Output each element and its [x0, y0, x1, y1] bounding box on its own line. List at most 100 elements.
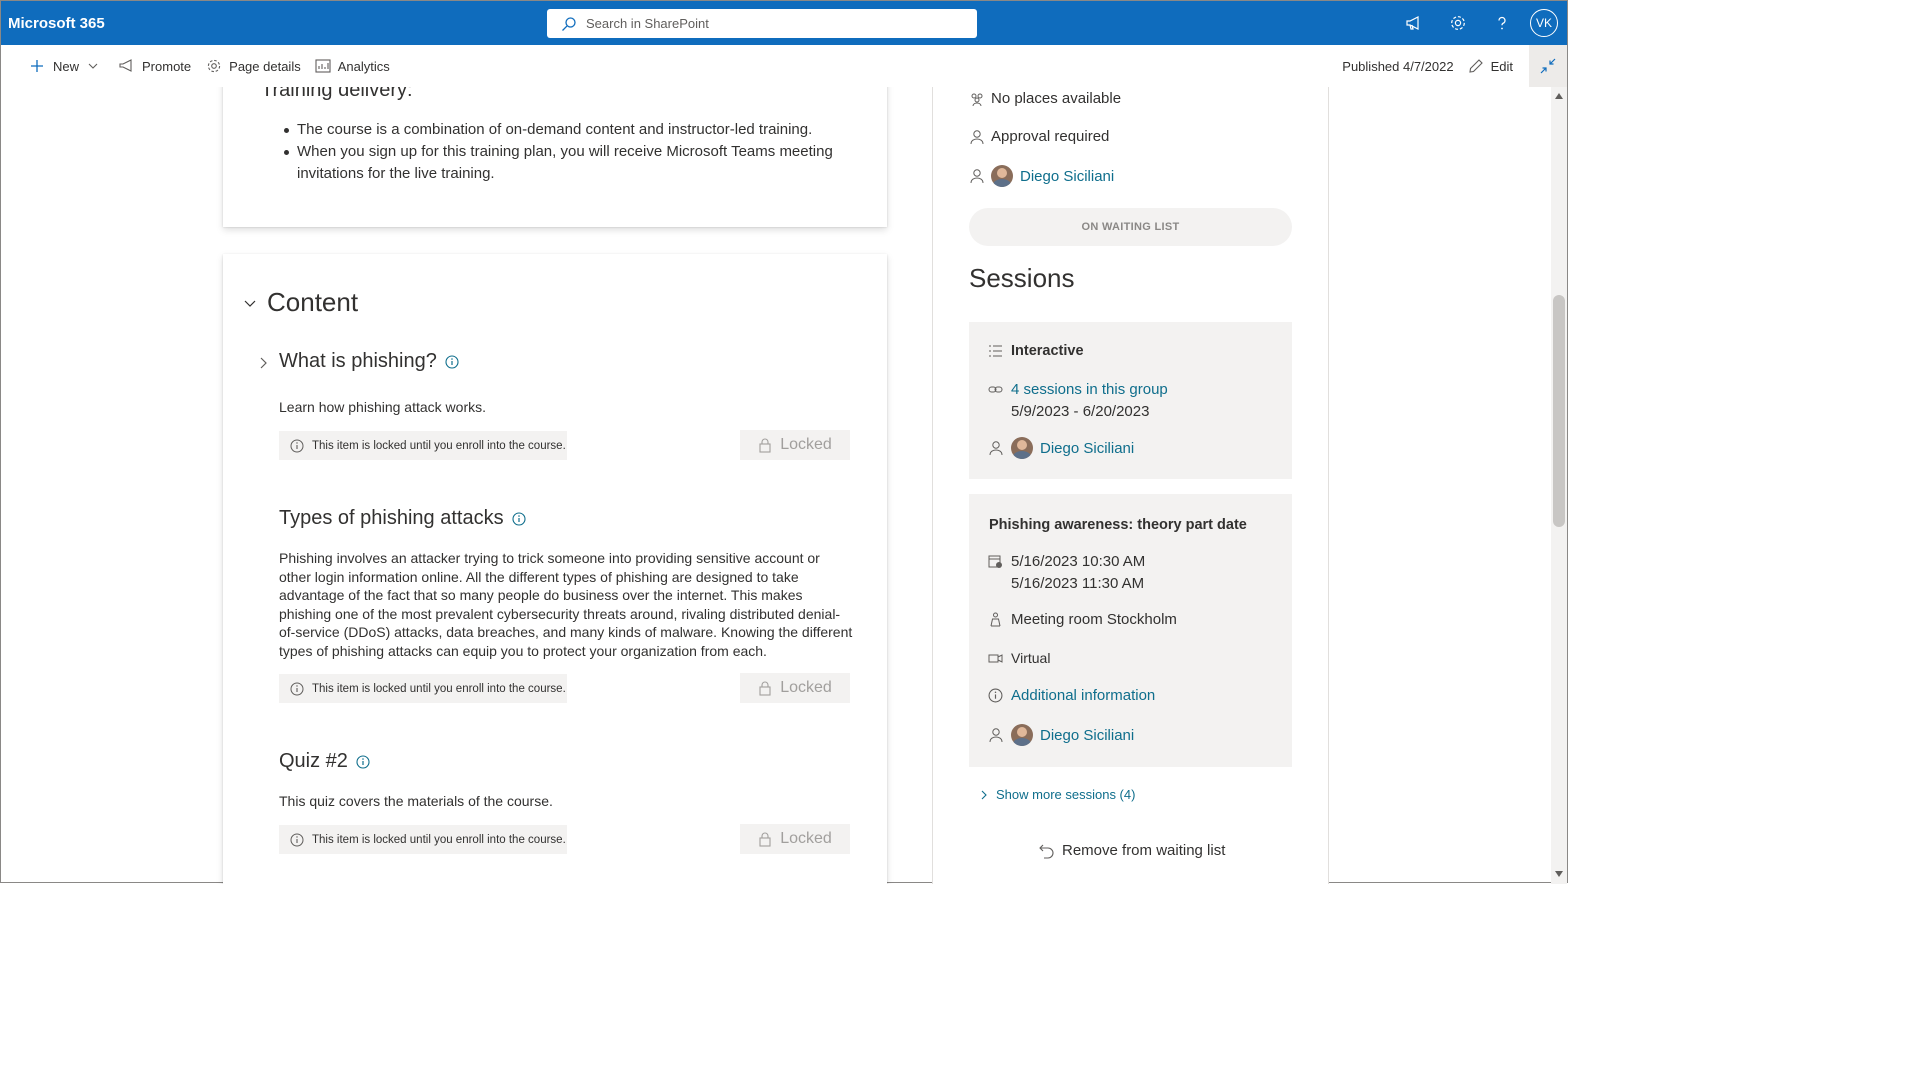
command-bar: New Promote Page details Analytics Publi…: [1, 45, 1567, 87]
remove-waiting-list-button[interactable]: Remove from waiting list: [1039, 842, 1225, 859]
item-types-of-phishing[interactable]: Types of phishing attacks: [279, 507, 526, 530]
locked-label: Locked: [780, 436, 832, 453]
page-canvas: Training delivery: The course is a combi…: [1, 87, 1551, 884]
avatar: [991, 165, 1013, 187]
item-quiz-2[interactable]: Quiz #2: [279, 750, 370, 773]
megaphone-icon: [119, 59, 132, 72]
person-icon: [970, 129, 984, 144]
item-what-is-phishing[interactable]: What is phishing?: [279, 350, 459, 373]
pencil-icon: [1468, 59, 1483, 73]
promote-label: Promote: [142, 58, 192, 74]
info-icon: [290, 833, 304, 846]
scroll-up-arrow-icon[interactable]: [1555, 93, 1563, 99]
user-avatar[interactable]: VK: [1530, 9, 1558, 37]
show-more-label: Show more sessions (4): [996, 787, 1136, 802]
people-group-icon: [971, 93, 983, 106]
locked-notice: This item is locked until you enroll int…: [279, 431, 567, 460]
owner-row: Diego Siciliani: [969, 165, 1114, 187]
new-button[interactable]: New: [30, 45, 105, 87]
item-description: Learn how phishing attack works.: [279, 399, 486, 415]
trainer-link[interactable]: Diego Siciliani: [1040, 727, 1134, 744]
remove-label: Remove from waiting list: [1062, 842, 1226, 859]
session-group-row: 4 sessions in this group: [988, 381, 1168, 398]
person-icon: [989, 441, 1003, 456]
locked-label: Locked: [780, 830, 832, 847]
gear-icon: [208, 59, 221, 73]
help-icon[interactable]: [1480, 1, 1524, 45]
link-icon: [988, 386, 1003, 393]
collapse-button[interactable]: [1529, 45, 1567, 87]
search-box[interactable]: [547, 9, 977, 38]
avatar: [1011, 437, 1033, 459]
session-trainer-row: Diego Siciliani: [988, 724, 1134, 746]
locked-button[interactable]: Locked: [740, 673, 850, 703]
avatar: [1011, 724, 1033, 746]
page-details-button[interactable]: Page details: [206, 45, 301, 87]
analytics-chart-icon: [315, 59, 331, 73]
locked-button[interactable]: Locked: [740, 430, 850, 460]
locked-notice: This item is locked until you enroll int…: [279, 825, 567, 854]
waiting-list-label: ON WAITING LIST: [1081, 221, 1180, 233]
session-info-row: Additional information: [988, 687, 1155, 704]
trainer-link[interactable]: Diego Siciliani: [1040, 440, 1134, 457]
item-description: This quiz covers the materials of the co…: [279, 793, 553, 809]
session-start: 5/16/2023 10:30 AM: [1011, 553, 1146, 570]
content-heading: Content: [267, 287, 359, 317]
feedback-megaphone-icon[interactable]: [1392, 1, 1436, 45]
session-mode: Virtual: [1011, 650, 1051, 666]
additional-info-link[interactable]: Additional information: [1011, 687, 1155, 704]
sessions-heading: Sessions: [969, 263, 1075, 293]
published-status: Published 4/7/2022: [1342, 58, 1454, 74]
content-section-toggle[interactable]: Content: [243, 287, 358, 318]
info-icon[interactable]: [356, 754, 370, 769]
lock-icon: [759, 681, 771, 696]
vertical-scrollbar[interactable]: [1551, 87, 1567, 884]
waiting-list-button[interactable]: ON WAITING LIST: [969, 208, 1292, 246]
search-icon: [562, 16, 576, 31]
places-row: No places available: [969, 90, 1121, 107]
scroll-down-arrow-icon[interactable]: [1555, 871, 1563, 877]
list-item: When you sign up for this training plan,…: [284, 141, 837, 185]
item-title: Quiz #2: [279, 750, 348, 772]
new-label: New: [53, 58, 80, 74]
list-item: The course is a combination of on-demand…: [284, 119, 837, 141]
analytics-button[interactable]: Analytics: [315, 45, 390, 87]
chevron-down-icon: [88, 63, 98, 69]
session-group-link[interactable]: 4 sessions in this group: [1011, 381, 1168, 398]
info-icon: [988, 688, 1003, 703]
locked-notice-text: This item is locked until you enroll int…: [312, 439, 566, 452]
page-details-label: Page details: [229, 58, 301, 74]
locked-button[interactable]: Locked: [740, 824, 850, 854]
session-title: Phishing awareness: theory part date: [989, 517, 1247, 533]
info-icon[interactable]: [512, 511, 526, 526]
scrollbar-thumb[interactable]: [1553, 295, 1565, 527]
list-icon: [989, 344, 1002, 357]
locked-notice-text: This item is locked until you enroll int…: [312, 833, 566, 846]
owner-link[interactable]: Diego Siciliani: [1020, 168, 1114, 185]
suite-header: Microsoft 365 VK: [1, 1, 1567, 45]
item-description: Phishing involves an attacker trying to …: [279, 550, 853, 659]
locked-notice-text: This item is locked until you enroll int…: [312, 682, 566, 695]
promote-button[interactable]: Promote: [119, 45, 191, 87]
locked-notice: This item is locked until you enroll int…: [279, 674, 567, 703]
places-text: No places available: [991, 90, 1122, 107]
show-more-sessions-button[interactable]: Show more sessions (4): [979, 787, 1135, 802]
session-mode-row: Virtual: [988, 650, 1050, 666]
session-end: 5/16/2023 11:30 AM: [1011, 575, 1145, 592]
app-brand[interactable]: Microsoft 365: [8, 15, 105, 32]
edit-button[interactable]: Edit: [1468, 45, 1513, 87]
session-location-row: Meeting room Stockholm: [988, 611, 1177, 628]
session-time-row: 5/16/2023 10:30 AM: [988, 553, 1145, 570]
info-icon: [290, 439, 304, 452]
info-icon[interactable]: [445, 354, 459, 369]
locked-label: Locked: [780, 679, 832, 696]
info-icon: [290, 682, 304, 695]
approval-text: Approval required: [991, 128, 1110, 145]
chevron-right-icon: [981, 790, 987, 799]
session-location: Meeting room Stockholm: [1011, 611, 1177, 628]
chevron-right-icon[interactable]: [257, 357, 269, 369]
person-icon: [970, 169, 984, 184]
settings-gear-icon[interactable]: [1436, 1, 1480, 45]
person-icon: [989, 728, 1003, 743]
search-input[interactable]: [586, 16, 966, 31]
